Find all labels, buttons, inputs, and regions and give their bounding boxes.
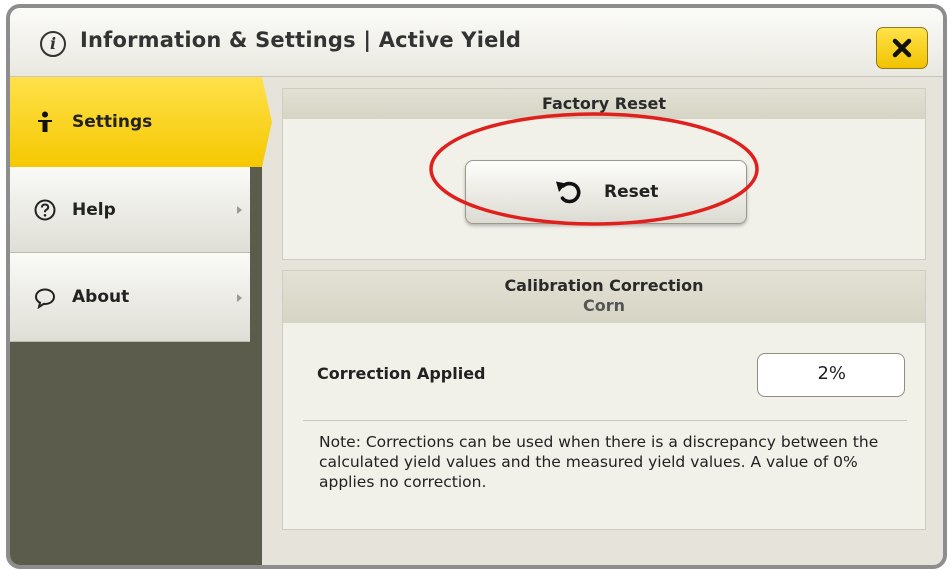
factory-reset-heading: Factory Reset [283, 89, 925, 119]
correction-applied-label: Correction Applied [317, 364, 486, 383]
reset-button[interactable]: Reset [465, 160, 747, 224]
sidebar: Settings Help About [10, 77, 272, 565]
page-title: Information & Settings | Active Yield [80, 28, 522, 52]
title-bar: i Information & Settings | Active Yield [10, 8, 943, 77]
person-icon [38, 111, 52, 132]
divider [303, 420, 907, 421]
close-button[interactable] [876, 27, 928, 69]
calibration-crop: Corn [582, 296, 625, 315]
calibration-note: Note: Corrections can be used when there… [319, 433, 879, 491]
chevron-right-icon [237, 206, 242, 214]
speech-bubble-icon [34, 288, 56, 309]
question-icon [34, 199, 56, 221]
app-window: i Information & Settings | Active Yield … [6, 4, 947, 569]
sidebar-item-help[interactable]: Help [10, 167, 250, 253]
calibration-panel: Calibration Correction Corn Correction A… [282, 270, 926, 530]
sidebar-item-about[interactable]: About [10, 253, 250, 342]
sidebar-item-label: About [72, 287, 130, 307]
undo-icon [556, 181, 581, 204]
correction-value-field[interactable]: 2% [757, 353, 905, 397]
sidebar-item-label: Settings [72, 112, 153, 132]
chevron-right-icon [237, 294, 242, 302]
info-icon: i [40, 31, 66, 57]
reset-button-label: Reset [604, 182, 659, 202]
factory-reset-panel: Factory Reset Reset [282, 88, 926, 260]
calibration-header: Calibration Correction Corn [283, 271, 925, 323]
calibration-heading: Calibration Correction [504, 276, 704, 295]
sidebar-item-settings[interactable]: Settings [10, 77, 272, 167]
close-icon [892, 38, 912, 58]
sidebar-item-label: Help [72, 200, 116, 220]
